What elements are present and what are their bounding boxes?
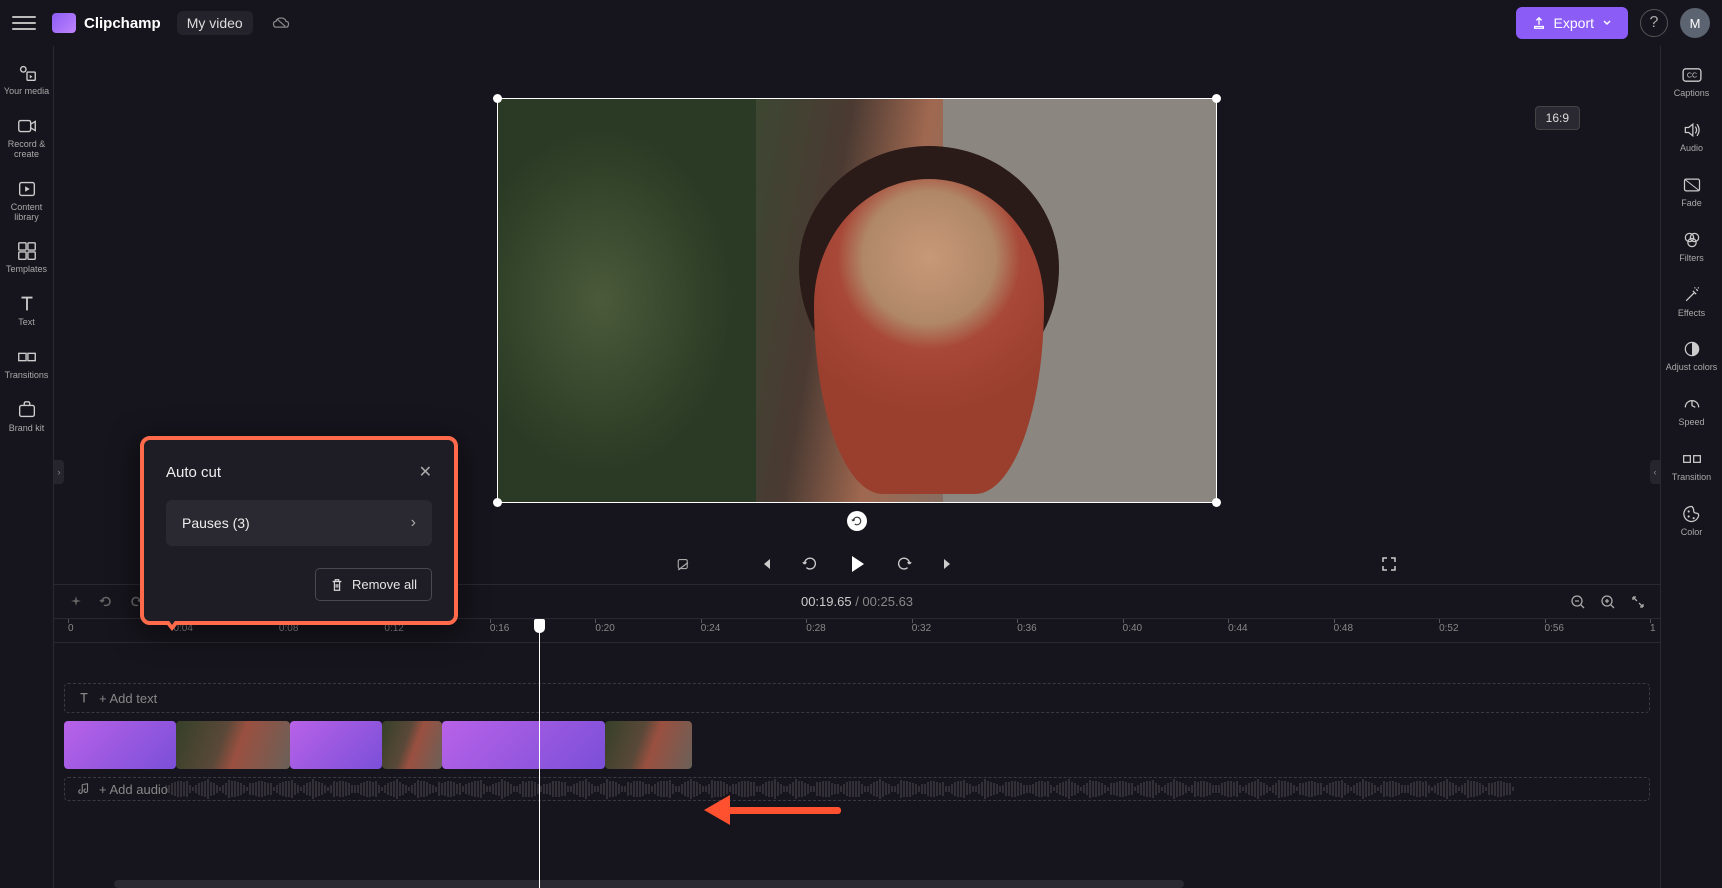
captions-icon: CC: [1681, 64, 1703, 86]
clip-purple[interactable]: [442, 721, 605, 769]
rsb-captions[interactable]: CC Captions: [1664, 56, 1720, 107]
resize-handle-bl[interactable]: [493, 498, 502, 507]
record-icon: [16, 115, 38, 137]
effects-icon: [1681, 284, 1703, 306]
help-button[interactable]: ?: [1640, 9, 1668, 37]
waveform: [165, 782, 1649, 796]
timeline: 00:040:080:120:160:200:240:280:320:360:4…: [54, 618, 1660, 888]
remove-all-button[interactable]: Remove all: [315, 568, 432, 601]
forward-icon[interactable]: [893, 553, 915, 575]
logo[interactable]: Clipchamp: [52, 13, 161, 33]
header-right: Export ? M: [1516, 7, 1710, 39]
transition-icon: [1681, 448, 1703, 470]
resize-handle-br[interactable]: [1212, 498, 1221, 507]
clip-purple[interactable]: [290, 721, 382, 769]
autocut-actions: Remove all: [166, 568, 432, 601]
magic-icon[interactable]: [68, 594, 84, 610]
templates-icon: [16, 240, 38, 262]
color-icon: [1681, 503, 1703, 525]
filters-icon: [1681, 229, 1703, 251]
main: Your media Record & create Content libra…: [0, 46, 1722, 888]
media-icon: [16, 62, 38, 84]
fullscreen-icon[interactable]: [1378, 553, 1400, 575]
export-button[interactable]: Export: [1516, 7, 1628, 39]
brand-kit-icon: [16, 399, 38, 421]
center-area: 16:9: [54, 46, 1660, 888]
audio-track[interactable]: + Add audio: [64, 777, 1650, 801]
rsb-color[interactable]: Color: [1664, 495, 1720, 546]
chevron-down-icon: [1602, 18, 1612, 28]
rsb-adjust-colors[interactable]: Adjust colors: [1664, 330, 1720, 381]
project-name-field[interactable]: My video: [177, 11, 253, 35]
menu-icon[interactable]: [12, 11, 36, 35]
logo-icon: [52, 13, 76, 33]
autocut-pauses-row[interactable]: Pauses (3) ›: [166, 500, 432, 546]
clip-purple[interactable]: [64, 721, 176, 769]
preview-frame[interactable]: [497, 98, 1217, 503]
chevron-right-icon: ›: [411, 514, 416, 532]
rsb-effects[interactable]: Effects: [1664, 276, 1720, 327]
preview-video: [497, 98, 1217, 503]
rsb-speed[interactable]: Speed: [1664, 385, 1720, 436]
sidebar-item-brand-kit[interactable]: Brand kit: [2, 393, 52, 440]
resize-handle-tr[interactable]: [1212, 94, 1221, 103]
resize-handle-tl[interactable]: [493, 94, 502, 103]
text-track[interactable]: + Add text: [64, 683, 1650, 713]
library-icon: [16, 178, 38, 200]
svg-text:CC: CC: [1686, 72, 1696, 80]
sidebar-item-text[interactable]: Text: [2, 287, 52, 334]
audio-icon: [1681, 119, 1703, 141]
rsb-fade[interactable]: Fade: [1664, 166, 1720, 217]
playhead[interactable]: [539, 619, 540, 888]
fit-timeline-icon[interactable]: [1630, 594, 1646, 610]
clip-video[interactable]: [176, 721, 290, 769]
text-icon: [77, 691, 91, 705]
sidebar-item-transitions[interactable]: Transitions: [2, 340, 52, 387]
play-button[interactable]: [843, 550, 871, 578]
playhead-handle[interactable]: [534, 619, 545, 633]
rewind-icon[interactable]: [799, 553, 821, 575]
clip-video[interactable]: [605, 721, 692, 769]
zoom-out-icon[interactable]: [1570, 594, 1586, 610]
rotate-handle[interactable]: [847, 511, 867, 531]
sidebar-item-your-media[interactable]: Your media: [2, 56, 52, 103]
cloud-sync-icon: [271, 15, 291, 31]
header: Clipchamp My video Export ? M: [0, 0, 1722, 46]
tracks: + Add text + Add audio: [54, 643, 1660, 801]
upload-icon: [1532, 16, 1546, 30]
speed-icon: [1681, 393, 1703, 415]
video-track[interactable]: [64, 721, 1650, 769]
autocut-panel: Auto cut ✕ Pauses (3) › Remove all: [140, 436, 458, 625]
rsb-audio[interactable]: Audio: [1664, 111, 1720, 162]
logo-text: Clipchamp: [84, 15, 161, 32]
expand-right-panel[interactable]: ‹: [1650, 460, 1660, 484]
sidebar-item-content-library[interactable]: Content library: [2, 172, 52, 229]
close-icon[interactable]: ✕: [419, 462, 432, 482]
skip-forward-icon[interactable]: [937, 553, 959, 575]
fade-icon: [1681, 174, 1703, 196]
sidebar-item-record-create[interactable]: Record & create: [2, 109, 52, 166]
timeline-scrollbar[interactable]: [114, 880, 1184, 888]
autocut-title: Auto cut: [166, 464, 221, 481]
skip-back-icon[interactable]: [755, 553, 777, 575]
rsb-transition[interactable]: Transition: [1664, 440, 1720, 491]
avatar[interactable]: M: [1680, 8, 1710, 38]
transitions-icon: [16, 346, 38, 368]
header-left: Clipchamp My video: [12, 11, 291, 35]
music-icon: [77, 782, 91, 796]
detach-audio-icon[interactable]: [674, 553, 696, 575]
autocut-header: Auto cut ✕: [166, 462, 432, 482]
text-icon: [16, 293, 38, 315]
adjust-colors-icon: [1681, 338, 1703, 360]
rsb-filters[interactable]: Filters: [1664, 221, 1720, 272]
sidebar-item-templates[interactable]: Templates: [2, 234, 52, 281]
clip-video[interactable]: [382, 721, 442, 769]
trash-icon: [330, 578, 344, 592]
zoom-in-icon[interactable]: [1600, 594, 1616, 610]
left-sidebar: Your media Record & create Content libra…: [0, 46, 54, 888]
undo-icon[interactable]: [98, 594, 114, 610]
time-display: 00:19.65 / 00:25.63: [801, 594, 913, 609]
right-sidebar: CC Captions Audio Fade Filters Effects A…: [1660, 46, 1722, 888]
